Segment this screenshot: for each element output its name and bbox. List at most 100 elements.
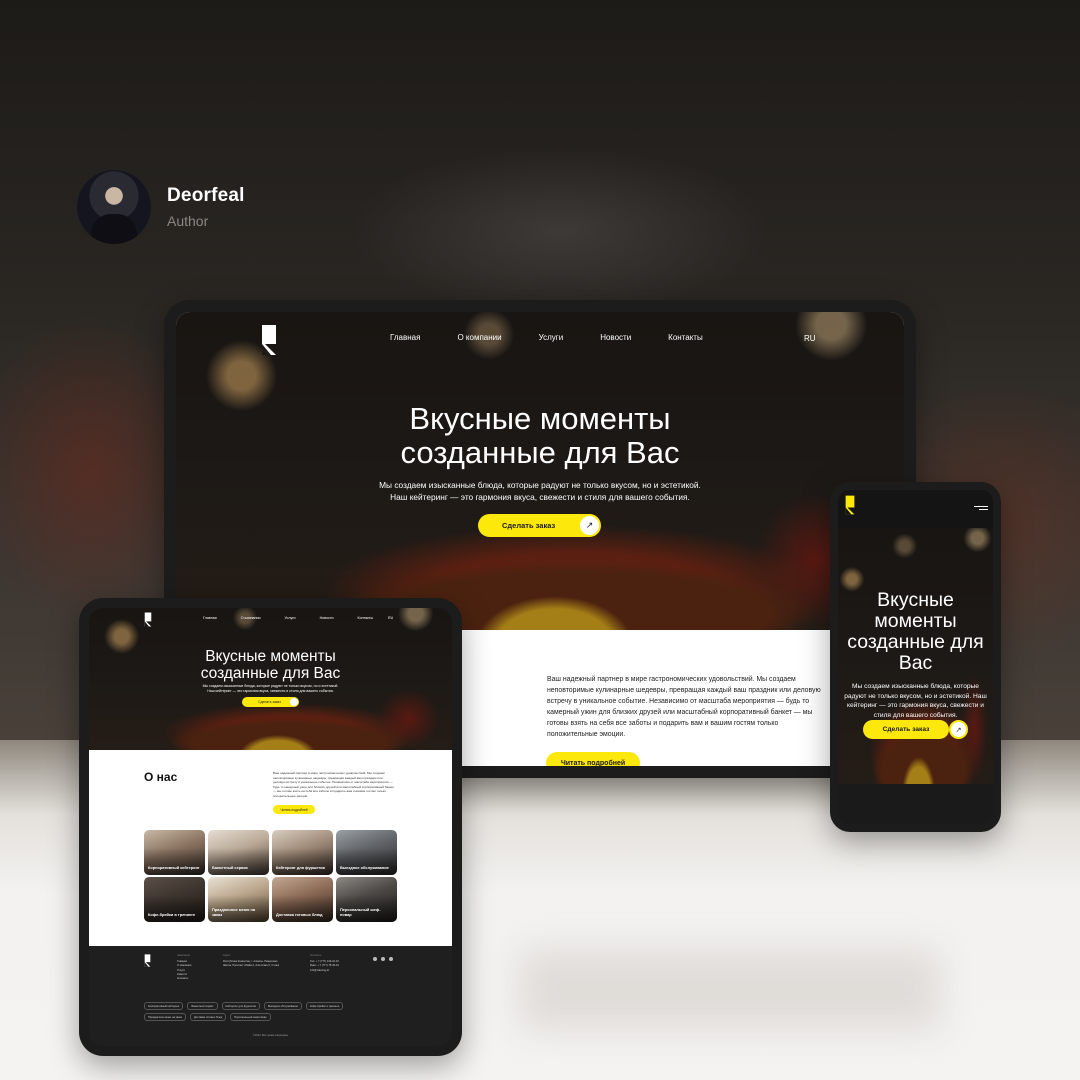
footer-contacts-heading: Контакты: [310, 954, 322, 957]
social-links: [373, 957, 393, 961]
footer-link[interactable]: О компании: [177, 964, 191, 968]
service-tag[interactable]: Кофе-брейки в тренинге: [305, 1002, 344, 1010]
hero-title: Вкусные моменты созданные для Вас: [89, 648, 452, 682]
service-card[interactable]: Доставка готовых блюд: [272, 877, 333, 922]
hero-title-line2: созданные для Вас: [400, 435, 680, 470]
author-block: Deorfeal Author: [77, 170, 245, 244]
service-card-label: Персональный шеф-повар: [340, 907, 381, 917]
language-switch[interactable]: RU: [388, 616, 393, 620]
about-text: Ваш надежный партнер в мире гастрономиче…: [273, 771, 395, 798]
nav-item-home[interactable]: Главная: [203, 616, 217, 620]
background-blur-strip: [520, 950, 940, 1030]
service-tag[interactable]: Выездное обслуживание: [263, 1002, 302, 1010]
footer-link[interactable]: Контакты: [177, 977, 191, 981]
footer-address: Республика Казахстан, г. Алматы, Ремерск…: [223, 960, 279, 968]
hero-subtitle-line1: Мы создаем изысканные блюда, которые рад…: [379, 480, 701, 490]
copyright: ©2024. Все права защищены: [252, 1034, 289, 1037]
order-button[interactable]: Сделать заказ: [863, 720, 949, 739]
service-card[interactable]: Банкетный сервис: [208, 830, 269, 875]
service-card[interactable]: Кофе-брейки в тренинге: [144, 877, 205, 922]
telegram-icon[interactable]: [389, 957, 393, 961]
service-card-label: Корпоративный кейтеринг: [148, 864, 200, 870]
hero-title: Вкусные моменты созданные для Вас: [176, 402, 904, 470]
service-card-label: Кейтеринг для фуршетов: [276, 864, 325, 870]
service-tag[interactable]: Кейтеринг для фуршетов: [221, 1002, 260, 1010]
author-text: Deorfeal Author: [167, 185, 245, 229]
nav-item-news[interactable]: Новости: [320, 616, 334, 620]
service-tag[interactable]: Доставка готовых блюд: [189, 1013, 227, 1021]
hero-title: Вкусные моменты созданные для Вас: [838, 590, 993, 674]
hero-subtitle: Мы создаем изысканные блюда, которые рад…: [176, 479, 904, 503]
hero-title-line2: созданные для Вас: [200, 665, 341, 682]
footer-address-column: Адрес Республика Казахстан, г. Алматы, Р…: [223, 954, 281, 969]
hero-food-photo: [176, 312, 904, 630]
hero-title-line3: созданные для: [847, 631, 984, 653]
site-footer: Навигация Главная О компании Услуги Ново…: [89, 946, 452, 1046]
brand-logo-icon[interactable]: [845, 495, 855, 515]
instagram-icon[interactable]: [381, 957, 385, 961]
nav-item-services[interactable]: Услуги: [539, 333, 564, 342]
facebook-icon[interactable]: [373, 957, 377, 961]
nav-item-about[interactable]: О компании: [457, 333, 501, 342]
footer-address-heading: Адрес: [223, 954, 231, 957]
phone-screen: Вкусные моменты созданные для Вас Мы соз…: [838, 490, 993, 824]
language-switch[interactable]: RU: [804, 334, 816, 343]
hamburger-menu-icon[interactable]: [974, 506, 988, 512]
service-card[interactable]: Персональный шеф-повар: [336, 877, 397, 922]
service-card-label: Доставка готовых блюд: [276, 911, 323, 917]
avatar: [77, 170, 151, 244]
hero-title-line1: Вкусные: [877, 589, 954, 611]
service-tag[interactable]: Банкетный сервис: [187, 1002, 218, 1010]
main-nav: Главная О компании Услуги Новости Контак…: [203, 616, 397, 620]
service-card[interactable]: Корпоративный кейтеринг: [144, 830, 205, 875]
footer-nav-column: Навигация Главная О компании Услуги Ново…: [177, 954, 191, 981]
mobile-header: [838, 490, 993, 528]
author-role: Author: [167, 213, 209, 229]
footer-fax: Факс: + 7 (777) 78-46-19: [310, 964, 339, 968]
main-nav: Главная О компании Услуги Новости Контак…: [390, 333, 740, 342]
nav-item-about[interactable]: О компании: [241, 616, 261, 620]
hero-subtitle-line2: Наш кейтеринг — это гармония вкуса, свеж…: [207, 689, 334, 693]
service-card-label: Праздничное меню на заказ: [212, 907, 256, 917]
services-grid: Корпоративный кейтеринг Банкетный сервис…: [144, 830, 397, 922]
footer-nav-heading: Навигация: [177, 954, 190, 957]
service-card[interactable]: Праздничное меню на заказ: [208, 877, 269, 922]
hero-subtitle: Мы создаем изысканные блюда, которые рад…: [89, 684, 452, 694]
hero-title-line1: Вкусные моменты: [409, 401, 671, 436]
hero-title-line4: Вас: [898, 652, 933, 674]
tablet-mockup: Главная О компании Услуги Новости Контак…: [79, 598, 462, 1056]
footer-service-tags: Корпоративный кейтеринг Банкетный сервис…: [144, 1002, 364, 1021]
hero-subtitle: Мы создаем изысканные блюда, которые рад…: [844, 683, 987, 719]
service-tag[interactable]: Праздничное меню на заказ: [144, 1013, 186, 1021]
hero-title-line2: моменты: [874, 610, 957, 632]
brand-logo-icon[interactable]: [144, 612, 152, 627]
service-tag[interactable]: Корпоративный кейтеринг: [144, 1002, 184, 1010]
nav-item-services[interactable]: Услуги: [285, 616, 296, 620]
service-card-label: Банкетный сервис: [212, 864, 249, 870]
phone-mockup: Вкусные моменты созданные для Вас Мы соз…: [830, 482, 1001, 832]
arrow-up-right-icon[interactable]: ↗: [949, 720, 968, 739]
nav-item-news[interactable]: Новости: [600, 333, 631, 342]
nav-item-contacts[interactable]: Контакты: [668, 333, 703, 342]
service-card-label: Выездное обслуживание: [340, 864, 389, 870]
arrow-up-right-icon[interactable]: ↗: [578, 514, 601, 537]
footer-contacts-column: Контакты Тел: + 7 (777) 126-22-23 Факс: …: [310, 954, 339, 973]
arrow-up-right-icon[interactable]: [289, 697, 299, 707]
brand-logo-icon[interactable]: [144, 954, 151, 967]
read-more-button[interactable]: Читать подробней: [273, 805, 315, 814]
about-title: О нас: [144, 770, 178, 784]
nav-item-contacts[interactable]: Контакты: [358, 616, 374, 620]
nav-item-home[interactable]: Главная: [390, 333, 420, 342]
brand-logo-icon[interactable]: [261, 324, 277, 356]
tablet-screen: Главная О компании Услуги Новости Контак…: [89, 608, 452, 1046]
about-text: Ваш надежный партнер в мире гастрономиче…: [547, 676, 821, 738]
about-section: О нас Ваш надежный партнер в мире гастро…: [89, 750, 452, 946]
service-card-label: Кофе-брейки в тренинге: [148, 911, 196, 917]
service-card[interactable]: Выездное обслуживание: [336, 830, 397, 875]
hero-subtitle-line2: Наш кейтеринг — это гармония вкуса, свеж…: [390, 492, 690, 502]
service-tag[interactable]: Персональный шеф-повар: [230, 1013, 271, 1021]
read-more-button[interactable]: Читать подробней: [546, 752, 640, 766]
service-card[interactable]: Кейтеринг для фуршетов: [272, 830, 333, 875]
footer-email[interactable]: info@catering.kz: [310, 969, 339, 973]
hero-title-line1: Вкусные моменты: [205, 648, 336, 665]
